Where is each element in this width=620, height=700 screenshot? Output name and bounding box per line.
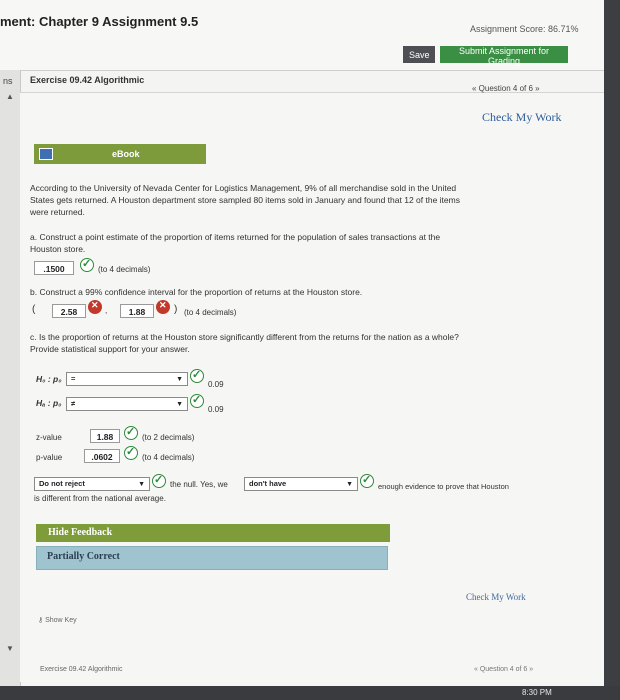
exercise-label: Exercise 09.42 Algorithmic — [30, 75, 145, 85]
submit-assignment-button[interactable]: Submit Assignment for Grading — [440, 46, 568, 66]
problem-text-line: According to the University of Nevada Ce… — [30, 183, 457, 193]
point-estimate-input[interactable]: .1500 — [34, 261, 74, 275]
hide-feedback-label: Hide Feedback — [48, 527, 113, 538]
z-value-label: z-value — [36, 433, 62, 442]
open-paren: ( — [32, 304, 36, 315]
page-title: ment: Chapter 9 Assignment 9.5 — [0, 14, 199, 29]
h0-value: 0.09 — [208, 380, 224, 389]
footer-question-nav[interactable]: « Question 4 of 6 » — [474, 666, 533, 673]
partially-correct-label: Partially Correct — [47, 551, 120, 562]
p-value-label: p-value — [36, 453, 63, 462]
ci-lower-input[interactable]: 2.58 — [52, 304, 86, 318]
correct-check-icon — [152, 473, 166, 488]
problem-text-line: States gets returned. A Houston departme… — [30, 195, 460, 205]
question-navigator[interactable]: « Question 4 of 6 » — [472, 84, 540, 93]
dropdown-arrow-icon: ▼ — [346, 481, 353, 488]
conclusion-text: enough evidence to prove that Houston — [378, 482, 509, 491]
part-a-question: a. Construct a point estimate of the pro… — [30, 232, 441, 242]
conclusion-text: is different from the national average. — [34, 494, 166, 503]
z-value-input[interactable]: 1.88 — [90, 429, 120, 443]
taskbar: 8:30 PM — [0, 686, 620, 700]
h0-label: H₀ : p₀ — [36, 374, 62, 384]
close-paren: ) — [174, 304, 178, 315]
dropdown-arrow-icon: ▼ — [176, 401, 183, 408]
sidebar-label: ns — [3, 76, 13, 86]
correct-check-icon — [80, 257, 94, 272]
key-icon: ⚷ — [38, 617, 44, 624]
taskbar-clock: 8:30 PM — [522, 688, 552, 697]
ha-operator-value: ≠ — [71, 399, 76, 408]
evidence-select[interactable]: don't have ▼ — [244, 477, 358, 491]
book-icon — [39, 148, 53, 160]
ha-operator-select[interactable]: ≠ ▼ — [66, 397, 188, 411]
decision-select[interactable]: Do not reject ▼ — [34, 477, 150, 491]
save-button[interactable]: Save — [403, 46, 435, 63]
decimals-note: (to 4 decimals) — [142, 453, 195, 462]
browser-screen: ment: Chapter 9 Assignment 9.5 Assignmen… — [0, 0, 604, 690]
decision-value: Do not reject — [39, 479, 85, 488]
scroll-down-icon[interactable]: ▼ — [6, 644, 14, 653]
ebook-button[interactable]: eBook — [34, 144, 206, 164]
show-key-label: Show Key — [45, 617, 77, 624]
evidence-value: don't have — [249, 479, 287, 488]
incorrect-x-icon — [156, 300, 170, 314]
check-my-work-button[interactable]: Check My Work — [482, 110, 561, 125]
p-value-input[interactable]: .0602 — [84, 449, 120, 463]
hide-feedback-bar[interactable]: Hide Feedback — [36, 524, 390, 542]
assignment-score: Assignment Score: 86.71% — [470, 24, 579, 34]
comma: , — [105, 306, 108, 315]
problem-text-line: were returned. — [30, 207, 85, 217]
correct-check-icon — [124, 425, 138, 440]
footer-exercise-label: Exercise 09.42 Algorithmic — [40, 666, 123, 673]
decimals-note: (to 4 decimals) — [98, 265, 151, 274]
check-my-work-bottom-button[interactable]: Check My Work — [466, 592, 526, 602]
h0-operator-select[interactable]: = ▼ — [66, 372, 188, 386]
scroll-up-icon[interactable]: ▲ — [6, 92, 14, 101]
correct-check-icon — [124, 445, 138, 460]
dropdown-arrow-icon: ▼ — [176, 376, 183, 383]
dropdown-arrow-icon: ▼ — [138, 481, 145, 488]
correct-check-icon — [360, 473, 374, 488]
show-key-link[interactable]: ⚷ Show Key — [38, 616, 77, 624]
assignment-header: ment: Chapter 9 Assignment 9.5 Assignmen… — [0, 0, 604, 71]
question-sidebar: ns ▲ ▼ — [0, 70, 21, 690]
ha-label: Hₐ : p₀ — [36, 398, 62, 408]
feedback-status: Partially Correct — [36, 546, 388, 570]
ebook-label: eBook — [112, 149, 140, 159]
correct-check-icon — [190, 393, 204, 408]
incorrect-x-icon — [88, 300, 102, 314]
conclusion-text: the null. Yes, we — [170, 480, 228, 489]
ha-value: 0.09 — [208, 405, 224, 414]
decimals-note: (to 2 decimals) — [142, 433, 195, 442]
correct-check-icon — [190, 368, 204, 383]
h0-operator-value: = — [71, 374, 76, 383]
ci-upper-input[interactable]: 1.88 — [120, 304, 154, 318]
monitor-bezel-right — [604, 0, 620, 700]
decimals-note: (to 4 decimals) — [184, 308, 237, 317]
part-b-question: b. Construct a 99% confidence interval f… — [30, 287, 363, 297]
part-a-question: Houston store. — [30, 244, 86, 254]
part-c-question: c. Is the proportion of returns at the H… — [30, 332, 459, 342]
part-c-question: Provide statistical support for your ans… — [30, 344, 190, 354]
